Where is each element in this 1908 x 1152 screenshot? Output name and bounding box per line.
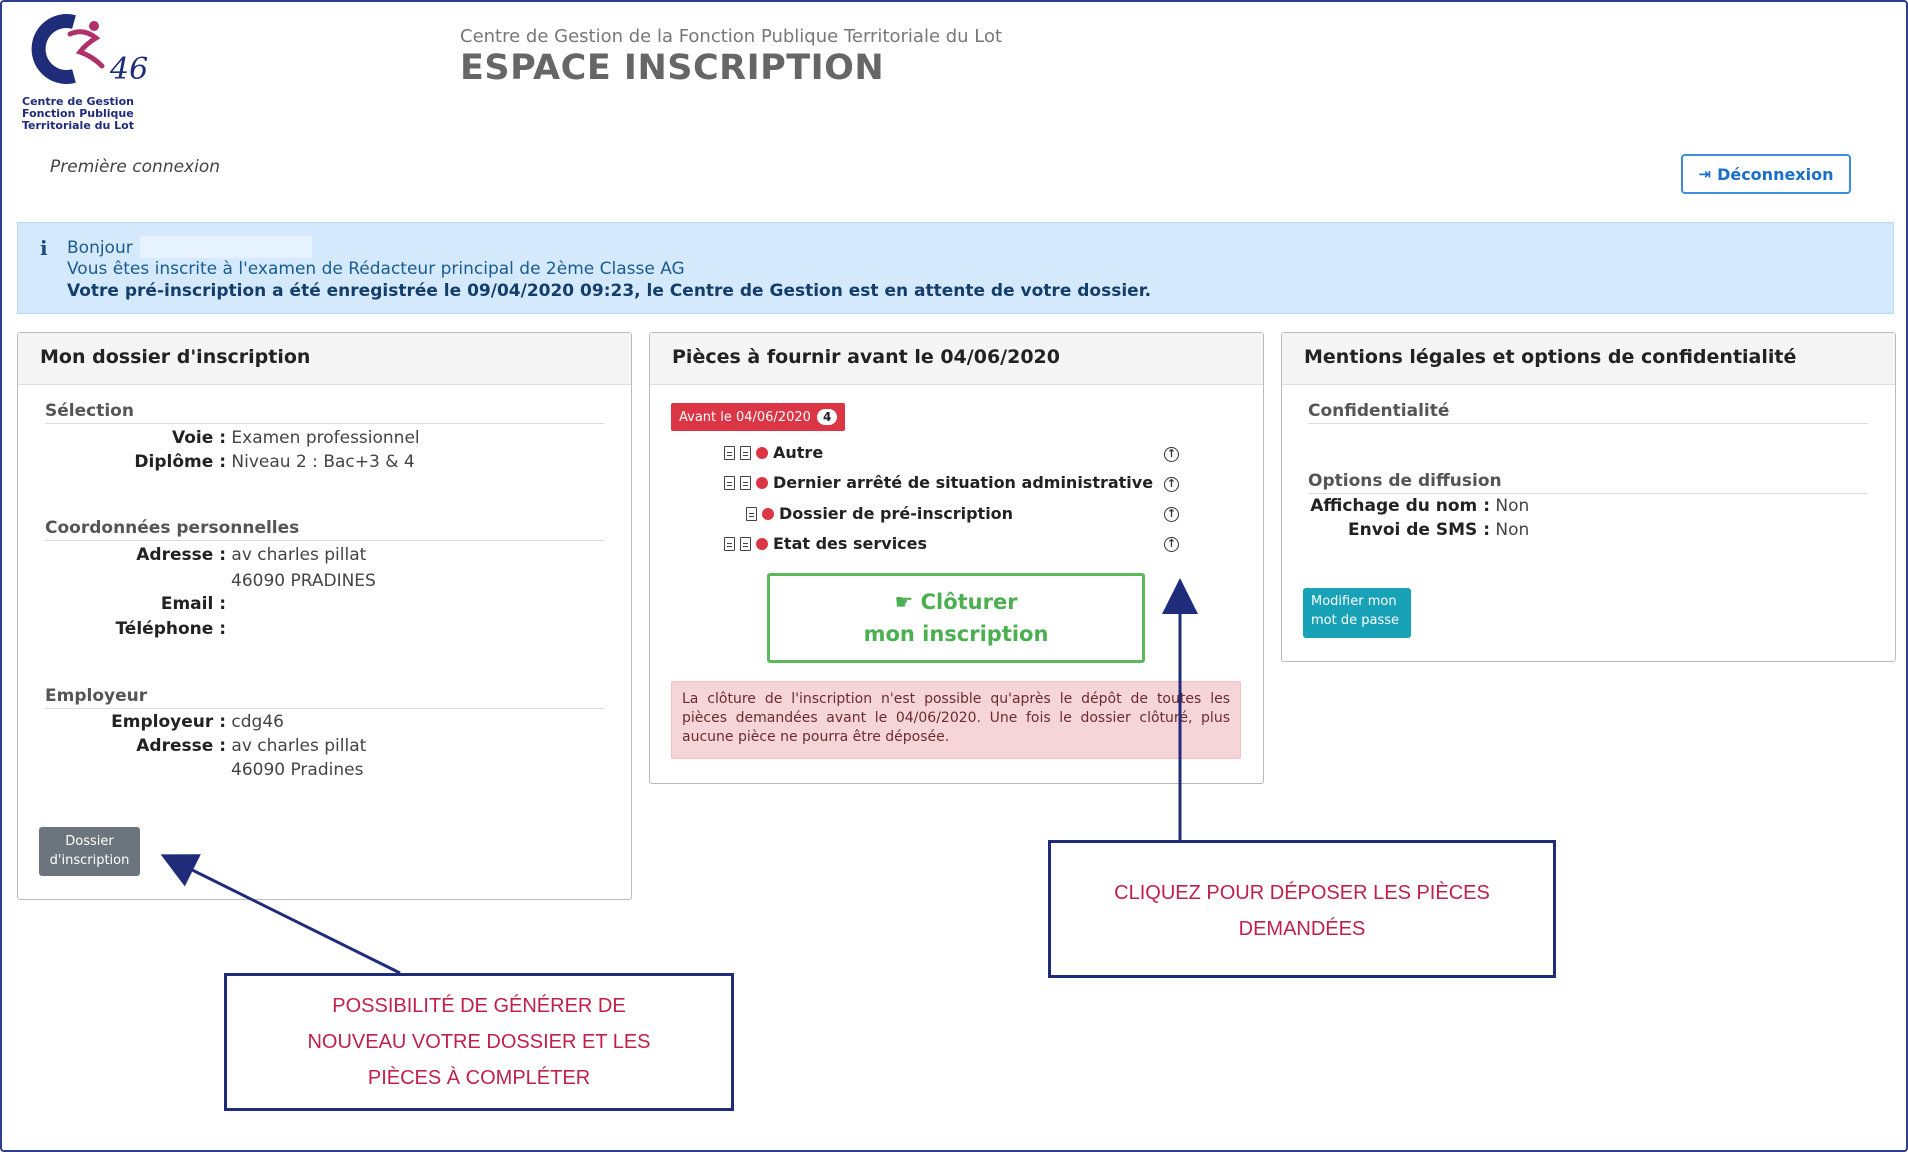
callout-upload-pieces: CLIQUEZ POUR DÉPOSER LES PIÈCES DEMANDÉE… <box>1048 840 1556 978</box>
arrow-to-dossier-button <box>160 854 401 975</box>
callout-regenerate-dossier: POSSIBILITÉ DE GÉNÉRER DE NOUVEAU VOTRE … <box>224 973 734 1111</box>
